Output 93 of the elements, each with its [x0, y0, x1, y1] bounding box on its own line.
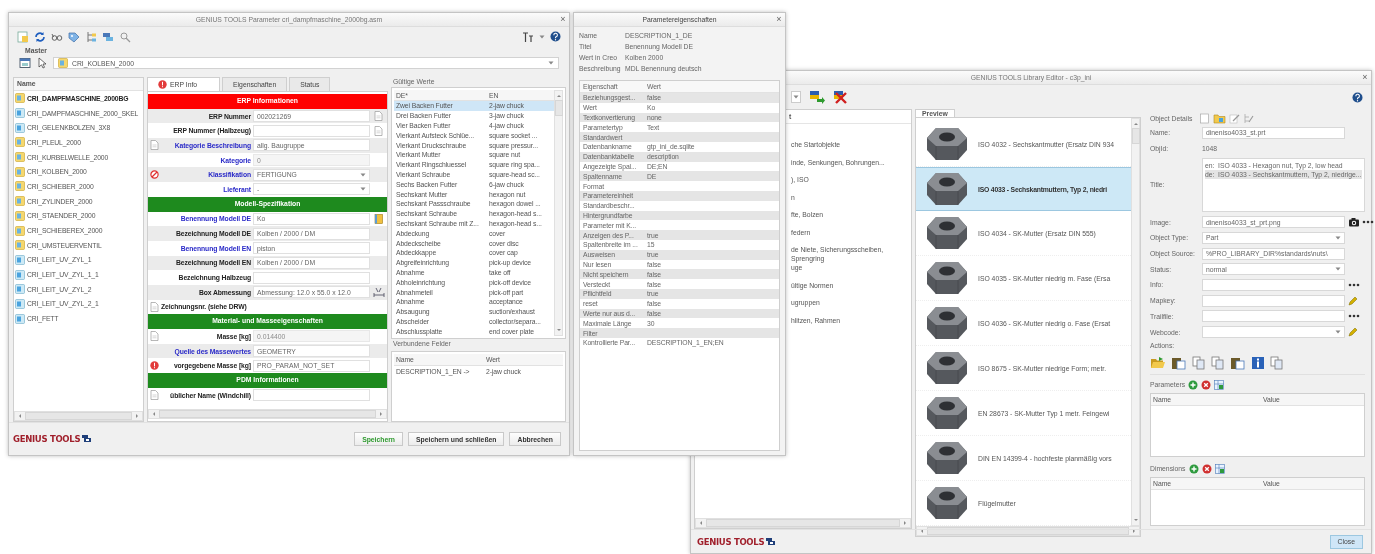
- caret-icon: [1335, 235, 1341, 240]
- logo-text: GENIUS TOOLS: [13, 434, 81, 444]
- document-icon[interactable]: [150, 140, 159, 151]
- more-icon[interactable]: [1362, 220, 1374, 225]
- model-icon: [15, 108, 25, 119]
- model-icon: [15, 152, 25, 163]
- add-icon[interactable]: [1188, 379, 1199, 390]
- model-icon: [15, 284, 25, 295]
- hierarchy-icon[interactable]: [85, 30, 97, 43]
- dropdown-field[interactable]: [1202, 326, 1345, 339]
- dimension-icon[interactable]: [372, 287, 385, 298]
- cursor-icon[interactable]: [37, 57, 47, 69]
- caret-icon: [1335, 267, 1341, 272]
- copy-icon[interactable]: [1192, 355, 1206, 370]
- export-icon[interactable]: [809, 90, 825, 104]
- clipboard-icon[interactable]: [1171, 355, 1187, 370]
- scrollbar[interactable]: [695, 518, 911, 528]
- error-icon: [150, 361, 159, 371]
- table-icon[interactable]: [1214, 379, 1225, 390]
- page-icon[interactable]: [17, 30, 29, 43]
- caret-icon: [1335, 330, 1341, 335]
- input-field[interactable]: [1202, 294, 1345, 307]
- model-icon: [15, 210, 25, 221]
- camera-icon[interactable]: [1348, 217, 1360, 228]
- sync-icon[interactable]: [34, 30, 46, 43]
- tree-edit-icon[interactable]: [1243, 112, 1255, 124]
- stack-icon[interactable]: [102, 30, 114, 43]
- remove-icon[interactable]: [833, 90, 849, 104]
- scrollbar[interactable]: [1131, 118, 1140, 526]
- model-icon: [15, 181, 25, 192]
- logo-icon: [81, 434, 93, 443]
- magnifier-icon[interactable]: [119, 30, 131, 43]
- window-icon[interactable]: [19, 57, 31, 69]
- close-button[interactable]: ×: [557, 14, 569, 25]
- caret-icon: [360, 187, 366, 192]
- model-icon: [15, 269, 25, 280]
- document-icon[interactable]: [374, 111, 383, 122]
- caret-icon: [360, 172, 366, 177]
- remove-icon[interactable]: [1201, 463, 1212, 474]
- table-icon[interactable]: [1214, 463, 1225, 474]
- model-icon: [15, 196, 25, 207]
- input-field[interactable]: [253, 271, 370, 284]
- notebook-icon[interactable]: [374, 213, 383, 224]
- pencil-icon[interactable]: [1348, 327, 1358, 338]
- caret-icon: [793, 95, 799, 99]
- scrollbar[interactable]: [148, 409, 387, 419]
- caret-icon: [548, 61, 554, 65]
- model-icon: [15, 240, 25, 251]
- dropdown-field[interactable]: [791, 91, 801, 103]
- copy-icon[interactable]: [1270, 355, 1284, 370]
- scrollbar[interactable]: [14, 411, 143, 421]
- document-icon[interactable]: [150, 390, 159, 401]
- tag-icon[interactable]: [68, 30, 80, 43]
- remove-icon[interactable]: [1201, 379, 1212, 390]
- help-icon[interactable]: [550, 31, 561, 42]
- document-icon[interactable]: [150, 331, 159, 342]
- prohibited-icon: [150, 170, 159, 180]
- document-icon[interactable]: [150, 301, 159, 312]
- document-icon[interactable]: [374, 125, 383, 136]
- input-field[interactable]: [253, 389, 370, 402]
- copy-icon[interactable]: [1211, 355, 1225, 370]
- model-icon: [15, 93, 25, 104]
- folder-icon[interactable]: [1213, 112, 1227, 124]
- edit-icon[interactable]: [1229, 112, 1241, 124]
- clipboard-icon[interactable]: [1230, 355, 1246, 370]
- scrollbar[interactable]: [554, 90, 563, 336]
- logo-icon: [765, 536, 777, 546]
- info-icon[interactable]: [1251, 355, 1265, 370]
- close-button[interactable]: ×: [773, 14, 785, 25]
- close-button[interactable]: ×: [1359, 72, 1371, 83]
- model-icon: [15, 137, 25, 148]
- more-icon[interactable]: [1348, 282, 1360, 287]
- model-icon: [15, 313, 25, 324]
- add-icon[interactable]: [1188, 463, 1199, 474]
- input-field[interactable]: [1202, 310, 1345, 323]
- model-icon: [15, 254, 25, 265]
- help-icon[interactable]: [1352, 91, 1363, 103]
- caret-icon[interactable]: [539, 34, 545, 39]
- model-icon: [15, 166, 25, 177]
- pencil-icon[interactable]: [1348, 295, 1358, 306]
- input-field[interactable]: [253, 124, 370, 137]
- open-folder-icon[interactable]: [1150, 355, 1166, 370]
- more-icon[interactable]: [1348, 314, 1360, 319]
- blank-page-icon[interactable]: [1199, 112, 1211, 124]
- input-field[interactable]: [1202, 278, 1345, 291]
- scrollbar[interactable]: [916, 526, 1140, 536]
- model-icon: [15, 225, 25, 236]
- model-icon: [15, 298, 25, 309]
- error-icon: [158, 80, 167, 89]
- model-icon: [15, 122, 25, 133]
- model-icon: [58, 58, 68, 68]
- filter-icon[interactable]: [522, 30, 534, 43]
- logo-text: GENIUS TOOLS: [697, 536, 765, 547]
